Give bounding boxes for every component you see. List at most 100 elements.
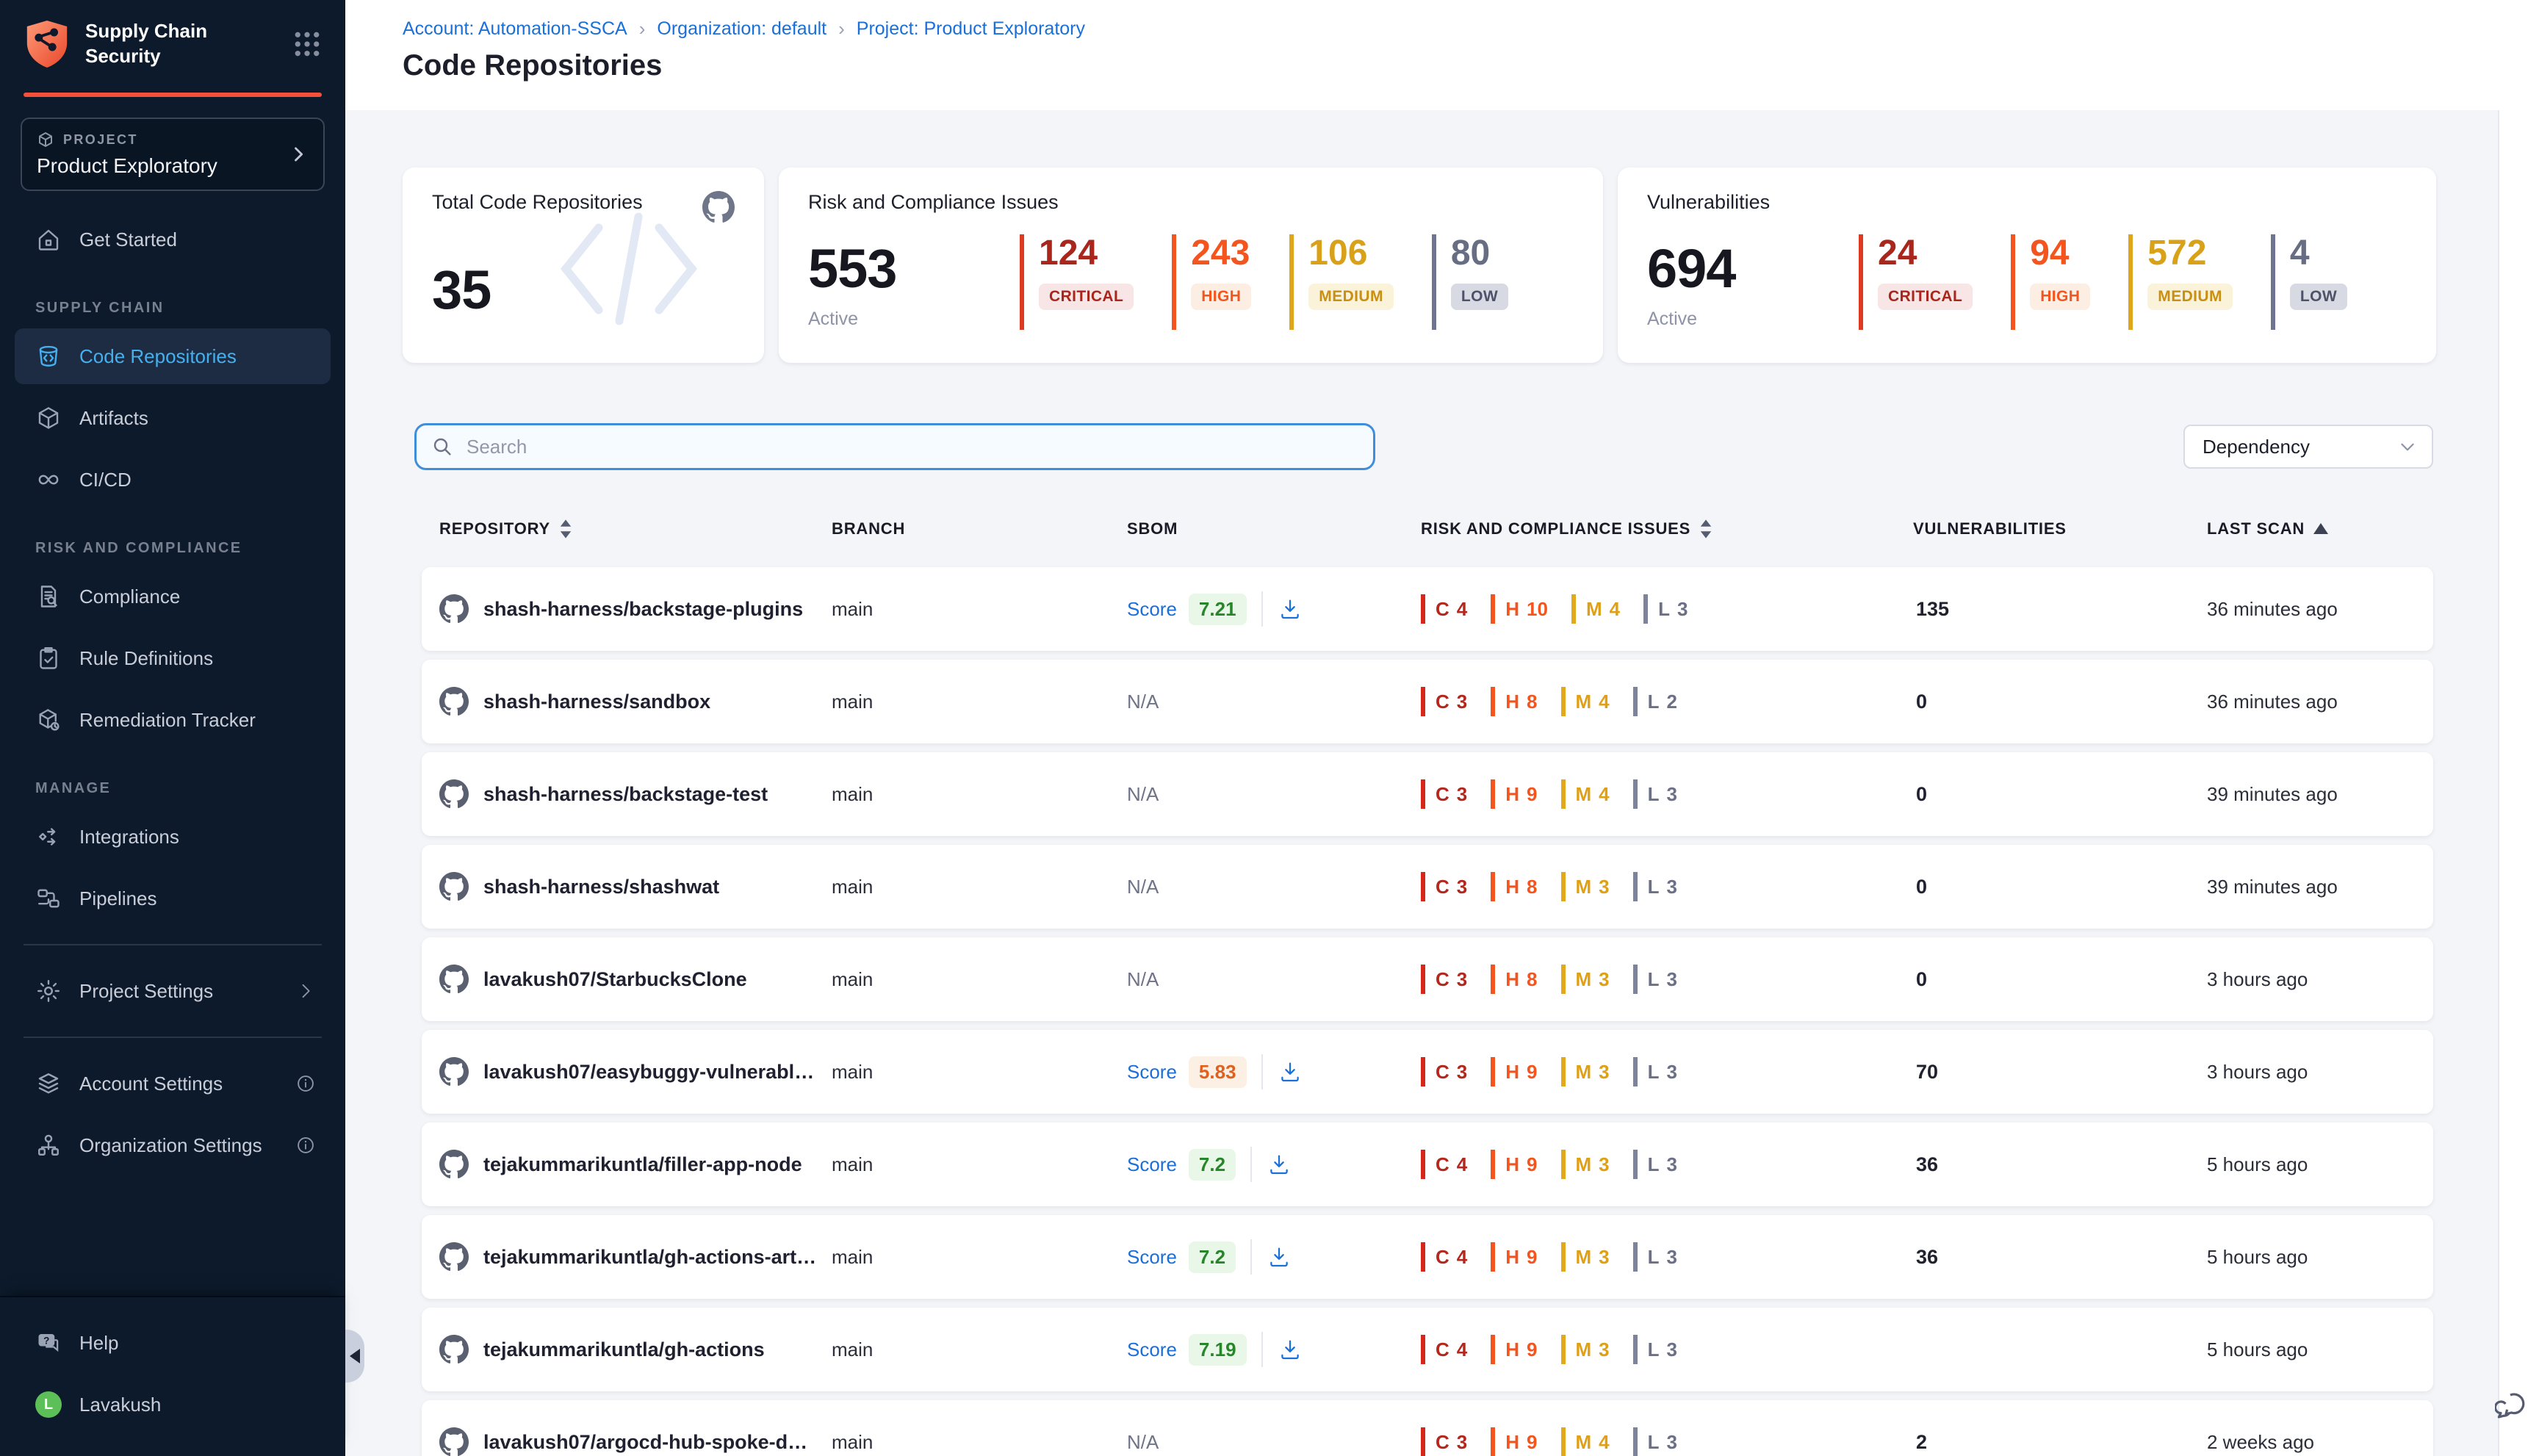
sidebar-item-rule-definitions[interactable]: Rule Definitions [15, 630, 331, 686]
project-label: PROJECT [63, 132, 138, 148]
repo-cell: shash-harness/shashwat [439, 872, 832, 901]
repo-link[interactable]: lavakush07/easybuggy-vulnerable-app... [483, 1061, 817, 1084]
table-row[interactable]: shash-harness/sandboxmainN/AC3H8M4L2036 … [422, 660, 2433, 743]
risk-count: 3 [1599, 1338, 1609, 1361]
vulnerabilities-card: Vulnerabilities 694 Active 24CRITICAL94H… [1618, 167, 2436, 363]
last-scan-cell: 3 hours ago [2207, 968, 2413, 991]
download-sbom-button[interactable] [1278, 597, 1303, 621]
column-header-branch[interactable]: BRANCH [832, 519, 1127, 538]
risk-letter: M [1576, 968, 1592, 991]
search-input[interactable] [414, 423, 1375, 470]
table-row[interactable]: shash-harness/shashwatmainN/AC3H8M3L3039… [422, 845, 2433, 929]
risk-chip-low: L2 [1633, 687, 1677, 716]
vulnerabilities-cell: 70 [1913, 1061, 2207, 1084]
risk-letter: M [1576, 876, 1592, 898]
table-row[interactable]: lavakush07/easybuggy-vulnerable-app...ma… [422, 1030, 2433, 1114]
repo-link[interactable]: shash-harness/backstage-plugins [483, 598, 803, 621]
repo-link[interactable]: shash-harness/shashwat [483, 876, 719, 898]
sort-icon [1699, 519, 1713, 538]
breadcrumb-link-1[interactable]: Organization: default [657, 18, 826, 40]
risk-letter: H [1505, 968, 1519, 991]
sidebar-item-label: Project Settings [79, 980, 213, 1003]
risk-letter: C [1436, 1431, 1449, 1454]
sidebar-item-ci-cd[interactable]: CI/CD [15, 452, 331, 508]
sidebar-item-code-repositories[interactable]: Code Repositories [15, 328, 331, 384]
column-header-vulnerabilities[interactable]: VULNERABILITIES [1913, 519, 2207, 538]
sidebar-item-pipelines[interactable]: Pipelines [15, 871, 331, 926]
last-scan-cell: 3 hours ago [2207, 1061, 2413, 1084]
last-scan-cell: 5 hours ago [2207, 1153, 2413, 1176]
project-cube-icon [37, 131, 54, 148]
risk-chip-low: L3 [1633, 1427, 1677, 1456]
table-row[interactable]: lavakush07/StarbucksClonemainN/AC3H8M3L3… [422, 937, 2433, 1021]
repo-link[interactable]: lavakush07/StarbucksClone [483, 968, 747, 991]
sidebar-item-project-settings[interactable]: Project Settings [15, 963, 331, 1019]
module-grid-icon[interactable] [292, 29, 322, 59]
table-row[interactable]: shash-harness/backstage-testmainN/AC3H9M… [422, 752, 2433, 836]
table-row[interactable]: shash-harness/backstage-pluginsmainScore… [422, 567, 2433, 651]
sidebar-item-integrations[interactable]: Integrations [15, 809, 331, 865]
repo-link[interactable]: shash-harness/backstage-test [483, 783, 768, 806]
filter-dropdown[interactable]: Dependency [2183, 425, 2433, 469]
sidebar-item-label: Code Repositories [79, 345, 237, 368]
risk-issues-label: Risk and Compliance Issues [808, 191, 1574, 214]
table-row[interactable]: tejakummarikuntla/gh-actionsmainScore7.1… [422, 1308, 2433, 1391]
repo-link[interactable]: tejakummarikuntla/gh-actions-artifacts [483, 1246, 817, 1269]
user-menu[interactable]: L Lavakush [15, 1377, 331, 1432]
sidebar-item-label: Pipelines [79, 887, 157, 910]
risk-chip-medium: M4 [1561, 687, 1610, 716]
download-sbom-button[interactable] [1278, 1059, 1303, 1084]
last-scan-cell: 2 weeks ago [2207, 1431, 2413, 1454]
column-header-last-scan[interactable]: LAST SCAN [2207, 519, 2413, 538]
table-row[interactable]: lavakush07/argocd-hub-spoke-demomainN/AC… [422, 1400, 2433, 1456]
sidebar-item-help[interactable]: ? Help [15, 1315, 331, 1371]
column-header-risk-and-compliance-issues[interactable]: RISK AND COMPLIANCE ISSUES [1421, 519, 1913, 538]
table-row[interactable]: tejakummarikuntla/gh-actions-artifactsma… [422, 1215, 2433, 1299]
download-sbom-button[interactable] [1267, 1244, 1292, 1269]
sidebar-item-artifacts[interactable]: Artifacts [15, 390, 331, 446]
sidebar-item-organization-settings[interactable]: Organization Settings [15, 1117, 331, 1173]
risk-chip-low: L3 [1633, 1150, 1677, 1179]
divider [1250, 1239, 1252, 1275]
breadcrumb-link-0[interactable]: Account: Automation-SSCA [403, 18, 627, 40]
breadcrumb-link-2[interactable]: Project: Product Exploratory [857, 18, 1085, 40]
sbom-cell: Score7.2 [1127, 1147, 1421, 1182]
risk-letter: L [1648, 1431, 1660, 1454]
risk-critical-count: 124 [1039, 234, 1098, 273]
layers-icon [35, 1070, 62, 1097]
project-selector[interactable]: PROJECT Product Exploratory [21, 118, 325, 191]
vulnerabilities-cell: 36 [1913, 1153, 2207, 1176]
risk-chip-low: L3 [1633, 1335, 1677, 1364]
risk-letter: M [1576, 1153, 1592, 1176]
download-sbom-button[interactable] [1278, 1337, 1303, 1362]
vuln-high-count: 94 [2030, 234, 2069, 273]
search-icon [431, 435, 454, 458]
repo-link[interactable]: tejakummarikuntla/filler-app-node [483, 1153, 802, 1176]
risk-count: 3 [1599, 1246, 1609, 1269]
column-header-repository[interactable]: REPOSITORY [439, 519, 832, 538]
repo-link[interactable]: shash-harness/sandbox [483, 691, 710, 713]
sidebar-item-remediation-tracker[interactable]: Remediation Tracker [15, 692, 331, 748]
sort-icon [559, 519, 572, 538]
risk-letter: C [1436, 1246, 1449, 1269]
repo-cell: tejakummarikuntla/filler-app-node [439, 1150, 832, 1179]
table-row[interactable]: tejakummarikuntla/filler-app-nodemainSco… [422, 1122, 2433, 1206]
risk-chip-critical: C3 [1421, 1427, 1467, 1456]
risk-count: 4 [1599, 691, 1609, 713]
sidebar-item-compliance[interactable]: Compliance [15, 569, 331, 624]
infinity-icon [35, 466, 62, 493]
repo-link[interactable]: tejakummarikuntla/gh-actions [483, 1338, 765, 1361]
help-label: Help [79, 1332, 118, 1355]
chat-support-icon[interactable] [2495, 1388, 2530, 1424]
github-icon [439, 594, 469, 624]
download-sbom-button[interactable] [1267, 1152, 1292, 1177]
sidebar-item-account-settings[interactable]: Account Settings [15, 1056, 331, 1111]
repo-icon [35, 343, 62, 370]
risk-critical: 124CRITICAL [1020, 234, 1134, 330]
vuln-high: 94HIGH [2011, 234, 2090, 330]
sidebar-item-get-started[interactable]: Get Started [15, 212, 331, 267]
repo-link[interactable]: lavakush07/argocd-hub-spoke-demo [483, 1431, 817, 1454]
risk-letter: L [1658, 598, 1670, 621]
column-header-sbom[interactable]: SBOM [1127, 519, 1421, 538]
risk-chip-high: H8 [1491, 687, 1537, 716]
